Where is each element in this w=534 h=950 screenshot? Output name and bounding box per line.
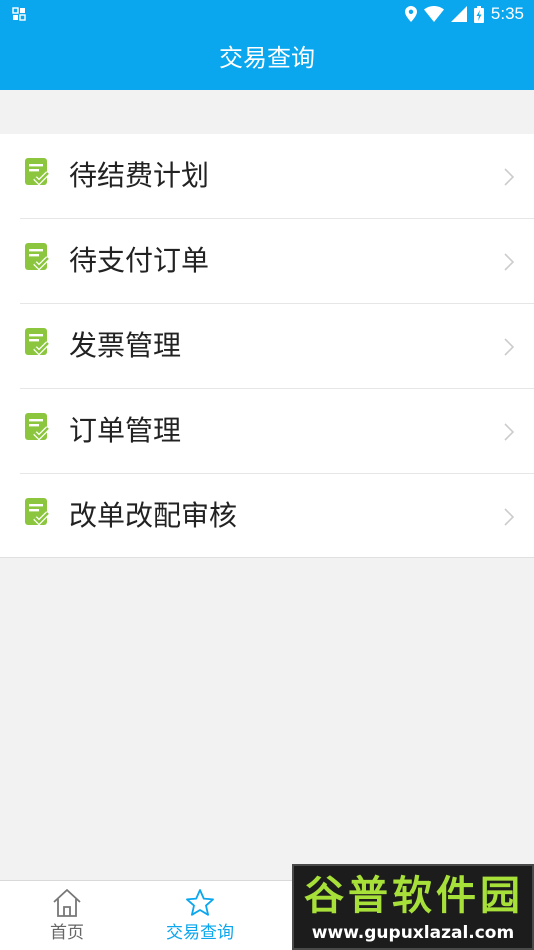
location-icon [404, 6, 417, 22]
menu-item-invoice-management[interactable]: 发票管理 [0, 304, 534, 389]
document-check-icon [25, 158, 49, 186]
page-title: 交易查询 [219, 44, 315, 72]
menu-item-label: 发票管理 [69, 329, 182, 362]
wifi-icon [423, 6, 444, 22]
menu-item-pending-fee-plan[interactable]: 待结费计划 [0, 134, 534, 219]
document-check-icon [25, 498, 49, 526]
menu-item-label: 改单改配审核 [69, 499, 238, 532]
star-icon [186, 889, 214, 916]
document-check-icon [25, 328, 49, 356]
chevron-right-icon [504, 508, 515, 526]
watermark-url: www.gupuxlazal.com [311, 923, 515, 943]
chevron-right-icon [504, 168, 515, 186]
app-bar: 5:35 交易查询 [0, 0, 534, 90]
signal-icon [450, 6, 467, 22]
chevron-right-icon [504, 423, 515, 441]
home-icon [53, 889, 81, 917]
watermark-title: 谷普软件园 [304, 873, 524, 919]
menu-item-label: 待结费计划 [69, 159, 210, 192]
document-check-icon [25, 413, 49, 441]
notification-grid-icon [12, 7, 26, 21]
status-bar: 5:35 [0, 0, 534, 28]
chevron-right-icon [504, 253, 515, 271]
tab-label: 首页 [50, 923, 84, 943]
watermark-logo: 谷普软件园 www.gupuxlazal.com [292, 864, 534, 950]
tab-home[interactable]: 首页 [0, 881, 134, 950]
chevron-right-icon [504, 338, 515, 356]
menu-item-order-change-review[interactable]: 改单改配审核 [0, 474, 534, 559]
menu-item-order-management[interactable]: 订单管理 [0, 389, 534, 474]
menu-item-label: 待支付订单 [69, 244, 210, 277]
menu-item-pending-payment-order[interactable]: 待支付订单 [0, 219, 534, 304]
menu-item-label: 订单管理 [69, 414, 182, 447]
status-time: 5:35 [490, 4, 524, 23]
tab-label: 交易查询 [166, 923, 234, 943]
battery-charging-icon [473, 5, 484, 23]
tab-trade-query[interactable]: 交易查询 [133, 881, 267, 950]
document-check-icon [25, 243, 49, 271]
menu-list: 待结费计划 待支付订单 发票管理 订单管理 改单改配审核 [0, 134, 534, 558]
